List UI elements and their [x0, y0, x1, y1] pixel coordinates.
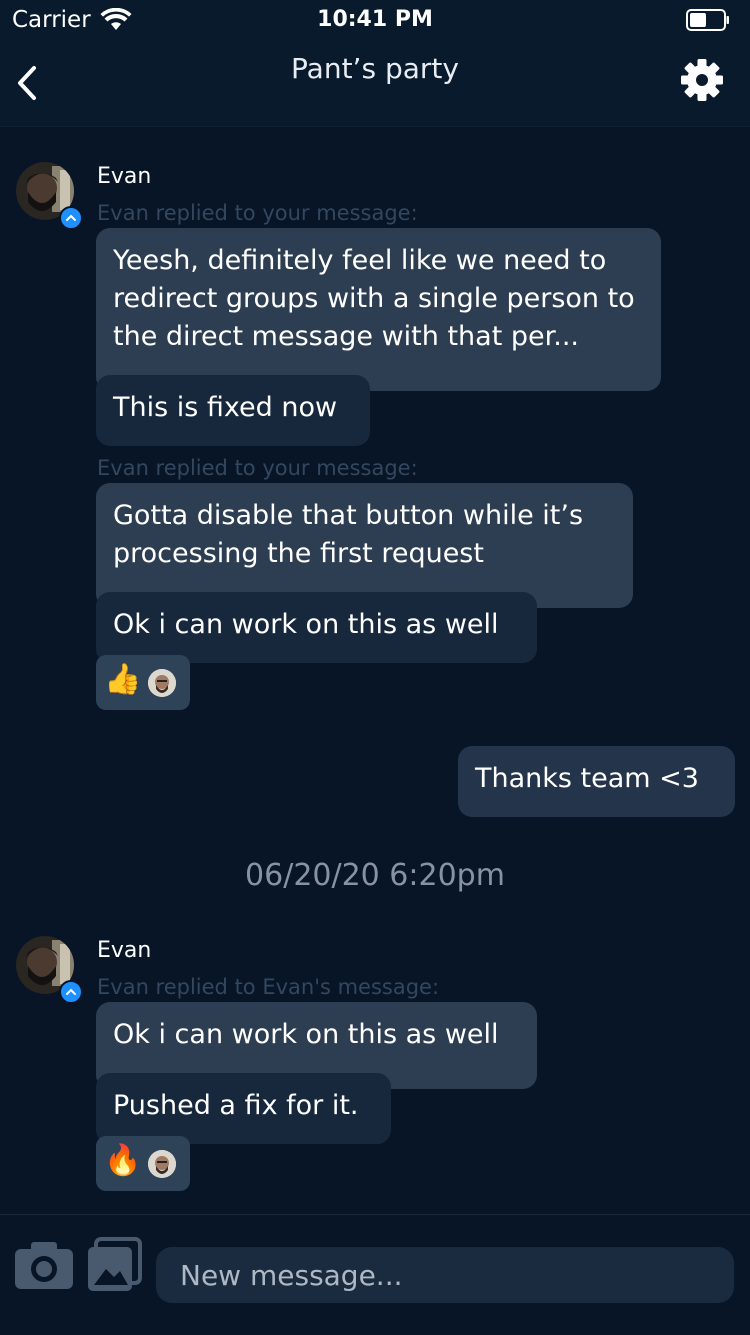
reactor-avatar — [148, 669, 176, 697]
message-composer — [0, 1214, 750, 1335]
own-message-bubble[interactable]: Thanks team <3 — [458, 746, 735, 817]
reply-note: Evan replied to your message: — [97, 456, 418, 480]
page-title: Pant’s party — [291, 52, 459, 85]
sender-name: Evan — [97, 938, 152, 963]
status-bar: Carrier 10:41 PM — [0, 0, 750, 40]
gallery-icon[interactable] — [86, 1237, 142, 1293]
message-input[interactable] — [156, 1247, 734, 1303]
sender-name: Evan — [97, 164, 152, 189]
quoted-message-bubble[interactable]: Yeesh, definitely feel like we need to r… — [96, 228, 661, 391]
date-separator: 06/20/20 6:20pm — [245, 858, 505, 893]
reply-note: Evan replied to your message: — [97, 201, 418, 225]
reaction-chip[interactable]: 🔥 — [96, 1136, 190, 1191]
nav-bar: Pant’s party — [0, 40, 750, 127]
thumbs-up-icon: 👍 — [104, 662, 142, 697]
message-bubble[interactable]: Ok i can work on this as well — [96, 592, 537, 663]
fire-icon: 🔥 — [104, 1143, 142, 1178]
reactor-avatar — [148, 1150, 176, 1178]
quoted-message-bubble[interactable]: Gotta disable that button while it’s pro… — [96, 483, 633, 608]
reaction-chip[interactable]: 👍 — [96, 655, 190, 710]
message-bubble[interactable]: This is fixed now — [96, 375, 370, 446]
gear-icon[interactable] — [680, 58, 724, 102]
reply-badge — [59, 980, 83, 1004]
reply-badge — [59, 206, 83, 230]
reply-note: Evan replied to Evan's message: — [97, 975, 440, 999]
message-bubble[interactable]: Pushed a fix for it. — [96, 1073, 391, 1144]
camera-icon[interactable] — [15, 1241, 73, 1289]
status-time: 10:41 PM — [317, 7, 433, 32]
battery-icon — [686, 9, 729, 31]
